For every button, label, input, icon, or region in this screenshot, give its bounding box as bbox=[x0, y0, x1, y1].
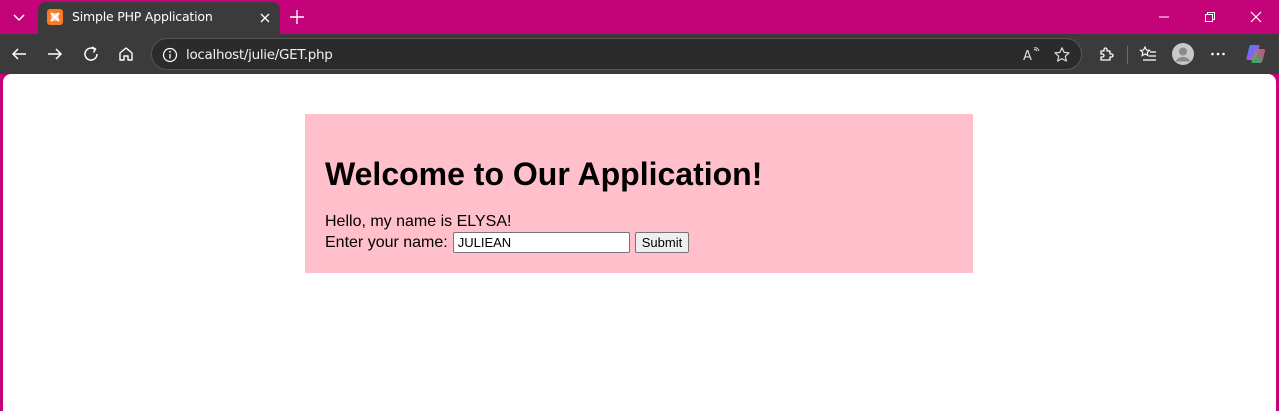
url-text[interactable]: localhost/julie/GET.php bbox=[186, 47, 333, 63]
chevron-down-icon bbox=[12, 10, 26, 24]
welcome-card: Welcome to Our Application! Hello, my na… bbox=[305, 114, 973, 273]
avatar bbox=[1172, 43, 1194, 65]
forward-button[interactable] bbox=[39, 38, 71, 70]
more-menu-button[interactable] bbox=[1202, 38, 1234, 70]
greeting-text: Hello, my name is ELYSA! bbox=[325, 213, 512, 230]
close-icon bbox=[1250, 11, 1262, 23]
active-tab[interactable]: Simple PHP Application bbox=[38, 2, 280, 34]
read-aloud-icon[interactable]: A bbox=[1020, 43, 1044, 67]
name-field-label: Enter your name: bbox=[325, 233, 448, 251]
svg-text:A: A bbox=[1023, 49, 1032, 63]
close-icon bbox=[259, 12, 271, 24]
favorites-button[interactable] bbox=[1132, 38, 1164, 70]
extensions-button[interactable] bbox=[1090, 38, 1122, 70]
browser-toolbar: localhost/julie/GET.php A bbox=[0, 34, 1279, 74]
reload-button[interactable] bbox=[75, 38, 107, 70]
page-title: Welcome to Our Application! bbox=[325, 156, 763, 192]
favorites-list-icon bbox=[1139, 45, 1157, 63]
name-input[interactable] bbox=[452, 232, 630, 253]
profile-button[interactable] bbox=[1167, 38, 1199, 70]
name-form: Enter your name: Submit bbox=[325, 232, 690, 253]
puzzle-icon bbox=[1097, 45, 1115, 63]
home-icon bbox=[117, 45, 135, 63]
minimize-icon bbox=[1158, 11, 1170, 23]
xampp-icon bbox=[47, 9, 63, 25]
toolbar-divider bbox=[1127, 46, 1128, 64]
window-close-button[interactable] bbox=[1233, 0, 1279, 34]
tab-title: Simple PHP Application bbox=[72, 9, 213, 24]
more-horizontal-icon bbox=[1209, 45, 1227, 63]
tab-actions-menu-button[interactable] bbox=[6, 5, 32, 29]
arrow-left-icon bbox=[10, 45, 28, 63]
restore-icon bbox=[1204, 11, 1216, 23]
home-button[interactable] bbox=[110, 38, 142, 70]
arrow-right-icon bbox=[46, 45, 64, 63]
submit-button[interactable]: Submit bbox=[634, 232, 690, 253]
page-viewport: Welcome to Our Application! Hello, my na… bbox=[3, 74, 1276, 411]
favorite-star-icon[interactable] bbox=[1050, 43, 1074, 67]
site-info-icon[interactable] bbox=[160, 45, 180, 65]
back-button[interactable] bbox=[3, 38, 35, 70]
restore-button[interactable] bbox=[1187, 0, 1233, 34]
minimize-button[interactable] bbox=[1141, 0, 1187, 34]
copilot-button[interactable] bbox=[1240, 38, 1272, 70]
new-tab-button[interactable] bbox=[284, 4, 310, 30]
reload-icon bbox=[82, 45, 100, 63]
plus-icon bbox=[289, 9, 305, 25]
address-bar[interactable]: localhost/julie/GET.php A bbox=[151, 38, 1082, 70]
copilot-icon bbox=[1245, 43, 1267, 65]
tab-close-button[interactable] bbox=[255, 8, 275, 28]
title-bar: Simple PHP Application bbox=[0, 0, 1279, 34]
